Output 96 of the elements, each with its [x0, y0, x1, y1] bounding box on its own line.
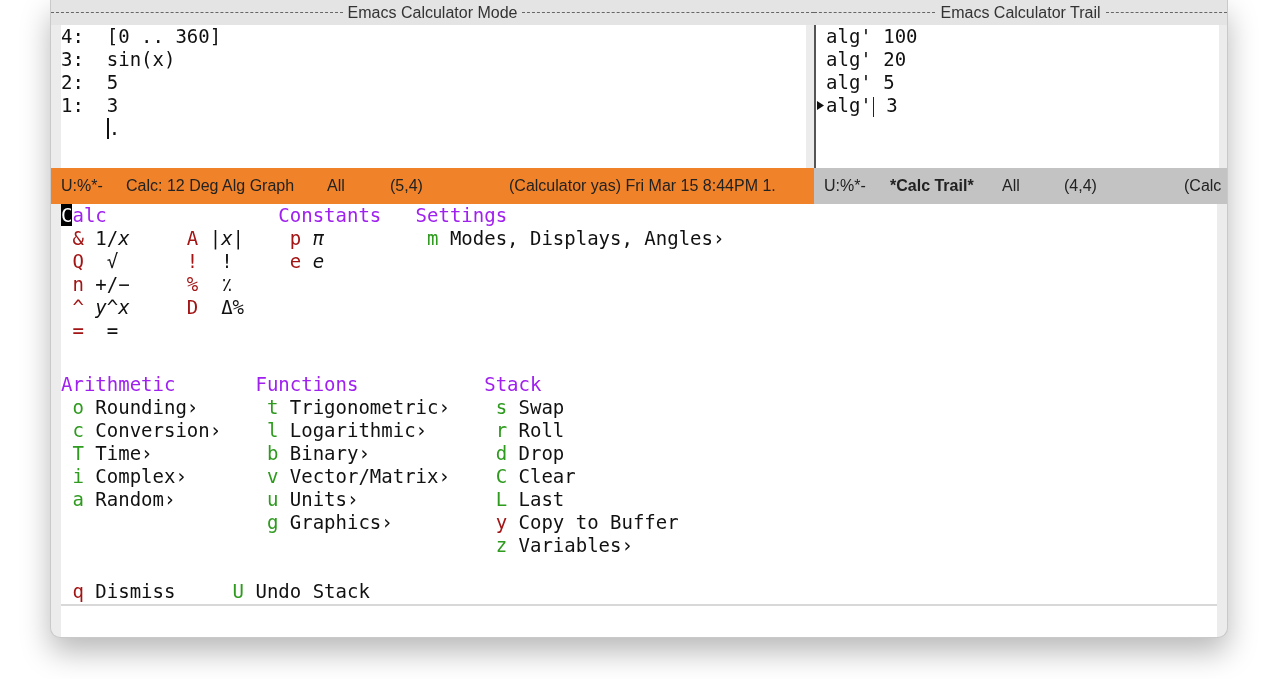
key-hint[interactable]: ! [186, 250, 210, 273]
menu-label[interactable]: 1/x [95, 227, 130, 250]
text-cursor [106, 118, 109, 139]
key-hint[interactable]: u [266, 488, 290, 511]
mode-line-text: All [1002, 177, 1020, 194]
mode-line-text: All [327, 177, 345, 194]
key-hint[interactable]: s [495, 396, 519, 419]
stack-value: [0 .. 360] [106, 25, 222, 48]
menu-label[interactable]: Drop [518, 442, 565, 465]
mode-line-text: *Calc Trail* [890, 177, 974, 194]
trail-entry: alg' 3 [826, 94, 898, 117]
menu-label[interactable]: Random› [95, 488, 176, 511]
menu-label[interactable]: Last [518, 488, 565, 511]
menu-label[interactable]: Dismiss [95, 580, 176, 603]
stack-end-marker: . [108, 117, 121, 140]
key-hint[interactable]: U [232, 580, 256, 603]
key-hint[interactable]: A [186, 227, 210, 250]
mode-line-text: U:%*- [824, 177, 866, 194]
key-hint[interactable]: v [266, 465, 290, 488]
section-heading: Arithmetic [61, 373, 176, 395]
key-hint[interactable]: r [495, 419, 519, 442]
menu-label[interactable]: ! [209, 250, 233, 273]
key-hint[interactable]: p [289, 227, 313, 250]
key-hint[interactable]: Q [72, 250, 96, 273]
mode-line-text: (Calculator yas) Fri Mar 15 8:44PM 1. [509, 177, 776, 194]
section-heading: Constants [278, 204, 382, 226]
key-hint[interactable]: & [72, 227, 96, 250]
menu-label[interactable]: ٪ [209, 273, 233, 296]
menu-label[interactable]: Units› [289, 488, 359, 511]
key-hint[interactable]: a [72, 488, 96, 511]
menu-label[interactable]: √ [95, 250, 119, 273]
menu-label[interactable]: Graphics› [289, 511, 393, 534]
key-hint[interactable]: c [72, 419, 96, 442]
menu-label[interactable]: +/− [95, 273, 130, 296]
stack-value: 5 [106, 71, 119, 94]
key-hint[interactable]: i [72, 465, 96, 488]
key-hint[interactable]: o [72, 396, 96, 419]
mode-line-text: (Calc [1184, 177, 1222, 194]
menu-label[interactable]: |x| [209, 227, 245, 250]
menu-label[interactable]: Undo Stack [255, 580, 370, 603]
mode-line-text: U:%*- [61, 177, 103, 194]
key-hint[interactable]: l [266, 419, 290, 442]
key-hint[interactable]: n [72, 273, 96, 296]
menu-label[interactable]: Roll [518, 419, 565, 442]
menu-label[interactable]: Time› [95, 442, 153, 465]
section-heading: Settings [415, 204, 508, 226]
menu-label[interactable]: Vector/Matrix› [289, 465, 450, 488]
key-hint[interactable]: = [72, 319, 96, 342]
key-hint[interactable]: ^ [72, 296, 96, 319]
key-hint[interactable]: e [289, 250, 313, 273]
stack-value: sin(x) [106, 48, 176, 71]
key-hint[interactable]: T [72, 442, 96, 465]
trail-entry: alg' 5 [826, 71, 895, 94]
menu-label[interactable]: Rounding› [95, 396, 199, 419]
menu-label[interactable]: Variables› [518, 534, 633, 557]
menu-label[interactable]: e [312, 250, 325, 273]
key-hint[interactable]: q [72, 580, 96, 603]
section-heading: Stack [484, 373, 542, 395]
mode-line-text: Calc: 12 Deg Alg Graph [126, 177, 295, 194]
key-hint[interactable]: b [266, 442, 290, 465]
key-hint[interactable]: D [186, 296, 210, 319]
trail-entry: alg' 100 [826, 25, 918, 48]
menu-label[interactable]: Binary› [289, 442, 370, 465]
trail-entry: alg' 20 [826, 48, 907, 71]
key-hint[interactable]: m [427, 227, 450, 250]
menu-label[interactable]: y^x [95, 296, 130, 319]
key-hint[interactable]: % [186, 273, 210, 296]
stack-index: 4: [61, 25, 85, 48]
key-hint[interactable]: t [266, 396, 290, 419]
pane-title: Emacs Calculator Mode [346, 3, 519, 22]
key-hint[interactable]: d [495, 442, 519, 465]
stack-index: 2: [61, 71, 85, 94]
menu-label[interactable]: Logarithmic› [289, 419, 428, 442]
stack-index: 3: [61, 48, 85, 71]
menu-label[interactable]: Modes, Displays, Angles› [449, 227, 725, 250]
menu-label[interactable]: π [312, 227, 325, 250]
menu-label[interactable]: = [95, 319, 119, 342]
stack-index: 1: [61, 94, 85, 117]
mode-line-text: (4,4) [1064, 177, 1097, 194]
menu-label[interactable]: Swap [518, 396, 565, 419]
key-hint[interactable]: z [495, 534, 519, 557]
menu-label[interactable]: Δ% [209, 296, 244, 319]
menu-label[interactable]: Trigonometric› [289, 396, 450, 419]
pane-title: Emacs Calculator Trail [939, 3, 1102, 22]
menu-label[interactable]: Clear [518, 465, 576, 488]
key-hint[interactable]: g [266, 511, 290, 534]
stack-value: 3 [106, 94, 119, 117]
menu-label[interactable]: Complex› [95, 465, 187, 488]
menu-label[interactable]: Conversion› [95, 419, 222, 442]
key-hint[interactable]: C [495, 465, 519, 488]
section-heading: Functions [255, 373, 359, 395]
menu-label[interactable]: Copy to Buffer [518, 511, 679, 534]
key-hint[interactable]: L [495, 488, 519, 511]
key-hint[interactable]: y [495, 511, 519, 534]
mode-line-text: (5,4) [390, 177, 423, 194]
section-heading: Calc [61, 204, 107, 226]
